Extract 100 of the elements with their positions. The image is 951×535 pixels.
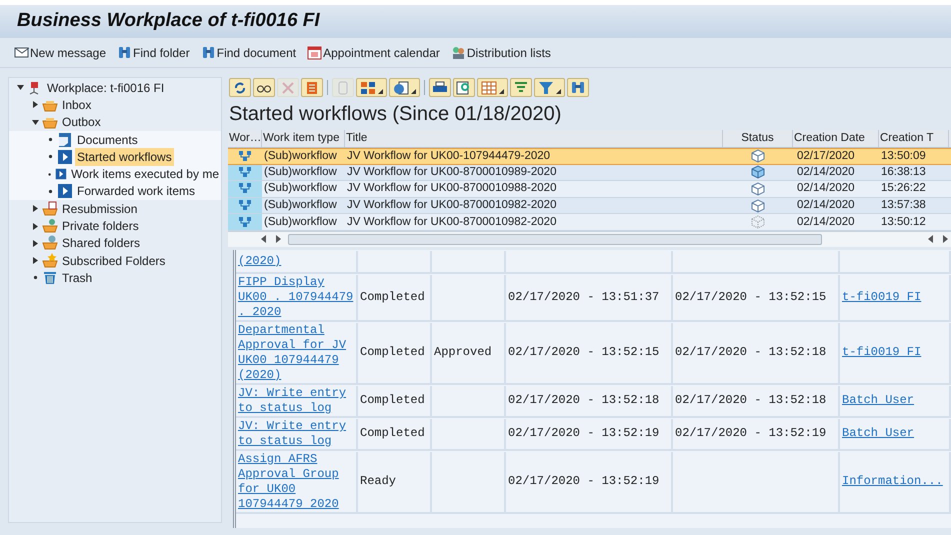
delete-icon [280,80,296,96]
expand-arrow-icon[interactable] [32,257,39,264]
table-row[interactable]: (Sub)workflow JV Workflow for UK00-8700010982-2020 02/14/2020 13:50:12 [228,214,951,231]
layout-button[interactable] [356,78,387,97]
globe-document-icon [393,80,409,96]
table-cell-text: 02/14/2020 [796,214,856,230]
table-cell-text: JV Workflow for UK00-8700010988-2020 [346,181,558,196]
table-cell-text: (Sub)workflow [263,164,338,180]
table-cell-text: 02/14/2020 [796,164,856,180]
step-text: 02/17/2020 - 13:52:18 [675,345,826,360]
tree-item[interactable]: Outbox [60,113,103,132]
table-cell-text: 02/17/2020 [796,149,856,164]
step-text: 02/17/2020 - 13:52:19 [508,474,660,490]
toolbar-button[interactable]: Appointment calendar [307,44,440,62]
task-link[interactable]: JV: Write entry to status log [238,418,354,449]
folder-tray-icon [42,235,58,252]
column-header[interactable]: Creation T [879,130,949,147]
tree-item[interactable]: Private folders [60,217,141,236]
agent-link[interactable]: Batch User [842,393,914,408]
table-cell-text: 13:50:09 [880,149,927,164]
table-cell-text: (Sub)workflow [263,181,338,196]
envelope-icon [14,45,29,60]
workflow-icon [238,183,252,194]
tree-item[interactable]: Started workflows [75,148,174,166]
agent-link[interactable]: t-fi0019 FI [842,290,922,305]
grid-icon [481,80,497,96]
task-link[interactable]: JV: Write entry to status log [238,386,354,416]
workflow-icon [238,216,252,228]
table-cell-text: (Sub)workflow [263,198,338,213]
bullet-icon [47,153,54,160]
column-header[interactable]: Status [723,130,793,147]
horizontal-scrollbar[interactable] [288,234,822,245]
step-text: 02/17/2020 - 13:52:19 [508,426,660,442]
scroll-right-icon[interactable] [941,235,949,244]
agent-link[interactable]: Information... [842,474,943,490]
toolbar-button[interactable]: New message [14,44,106,62]
collapse-arrow-icon[interactable] [32,118,39,126]
scroll-button[interactable] [301,78,323,97]
agent-link[interactable]: Batch User [842,426,914,442]
table-cell-text: 02/14/2020 [796,181,856,196]
table-row[interactable]: (Sub)workflow JV Workflow for UK00-8700010982-2020 02/14/2020 13:57:38 [228,198,951,214]
toolbar-button[interactable]: Find document [200,44,296,62]
step-text: 02/17/2020 - 13:52:18 [508,393,660,408]
table-row[interactable]: (Sub)workflow JV Workflow for UK00-107944479-2020 02/17/2020 13:50:09 [228,148,951,165]
people-icon [450,45,466,60]
workflow-icon [238,166,252,178]
column-header[interactable]: Work item type [262,130,345,147]
step-text: Ready [360,474,396,490]
bullet-icon [47,170,52,178]
table-cell-text: 15:26:22 [880,181,927,196]
column-header[interactable]: Title [345,130,723,147]
scroll-left-icon[interactable] [260,235,268,244]
binoculars-button[interactable] [567,78,589,97]
task-link[interactable]: Assign AFRS Approval Group for UK00 107944479 2020 [238,452,354,512]
window-title: Business Workplace of t-fi0016 FI [17,9,320,34]
expand-arrow-icon[interactable] [32,101,39,108]
expand-arrow-icon[interactable] [32,240,39,247]
globe-document-button[interactable] [389,78,420,97]
agent-link[interactable]: t-fi0019 FI [842,345,922,360]
step-text: 02/17/2020 - 13:52:15 [675,290,826,305]
step-text: Completed [360,290,425,305]
grid-button[interactable] [477,78,508,97]
caret-icon [411,89,416,94]
tree-item[interactable]: Trash [60,268,94,287]
scroll-right-icon[interactable] [274,235,282,244]
scroll-left-icon[interactable] [927,235,935,244]
tree-item[interactable]: Subscribed Folders [60,252,168,270]
task-link[interactable]: Departmental Approval for JV UK00 107944479 (2020) [238,322,354,383]
printer-button[interactable] [429,78,451,97]
toolbar-button[interactable]: Find folder [117,44,190,62]
caret-icon [378,89,383,94]
table-row[interactable]: (Sub)workflow JV Workflow for UK00-8700010989-2020 02/14/2020 16:38:13 [228,164,951,182]
task-link[interactable]: (2020) [238,254,282,269]
column-header[interactable]: Creation Date [793,130,879,147]
refresh-button[interactable] [229,78,251,97]
expand-arrow-icon[interactable] [32,222,39,230]
filter-button[interactable] [534,78,565,97]
step-text: Completed [360,345,425,360]
tree-item[interactable]: Workplace: t-fi0016 FI [45,78,166,97]
table-cell-text: 02/14/2020 [796,198,856,213]
tree-item[interactable]: Shared folders [60,234,142,252]
folder-tray-icon [42,252,58,269]
glasses-button[interactable] [253,78,275,97]
task-link[interactable]: FIPP Display UK00 . 107944479 . 2020 [238,274,354,320]
tree-item[interactable]: Inbox [60,96,94,114]
table-cell-text: (Sub)workflow [263,214,338,230]
column-header[interactable]: Wor… [228,130,262,147]
filter-button[interactable] [510,78,532,97]
step-text: Completed [360,426,425,442]
expand-arrow-icon[interactable] [32,205,39,212]
table-cell-text: 16:38:13 [880,164,927,180]
toolbar-button[interactable]: Distribution lists [450,44,551,62]
tree-item[interactable]: Resubmission [60,200,140,218]
bullet-icon [32,274,39,282]
table-cell-text: JV Workflow for UK00-8700010989-2020 [346,164,558,180]
bullet-icon [47,188,54,195]
collapse-arrow-icon[interactable] [17,84,24,92]
step-text: 02/17/2020 - 13:52:19 [675,426,826,442]
magnifier-button[interactable] [453,78,475,97]
table-row[interactable]: (Sub)workflow JV Workflow for UK00-8700010988-2020 02/14/2020 15:26:22 [228,181,951,198]
